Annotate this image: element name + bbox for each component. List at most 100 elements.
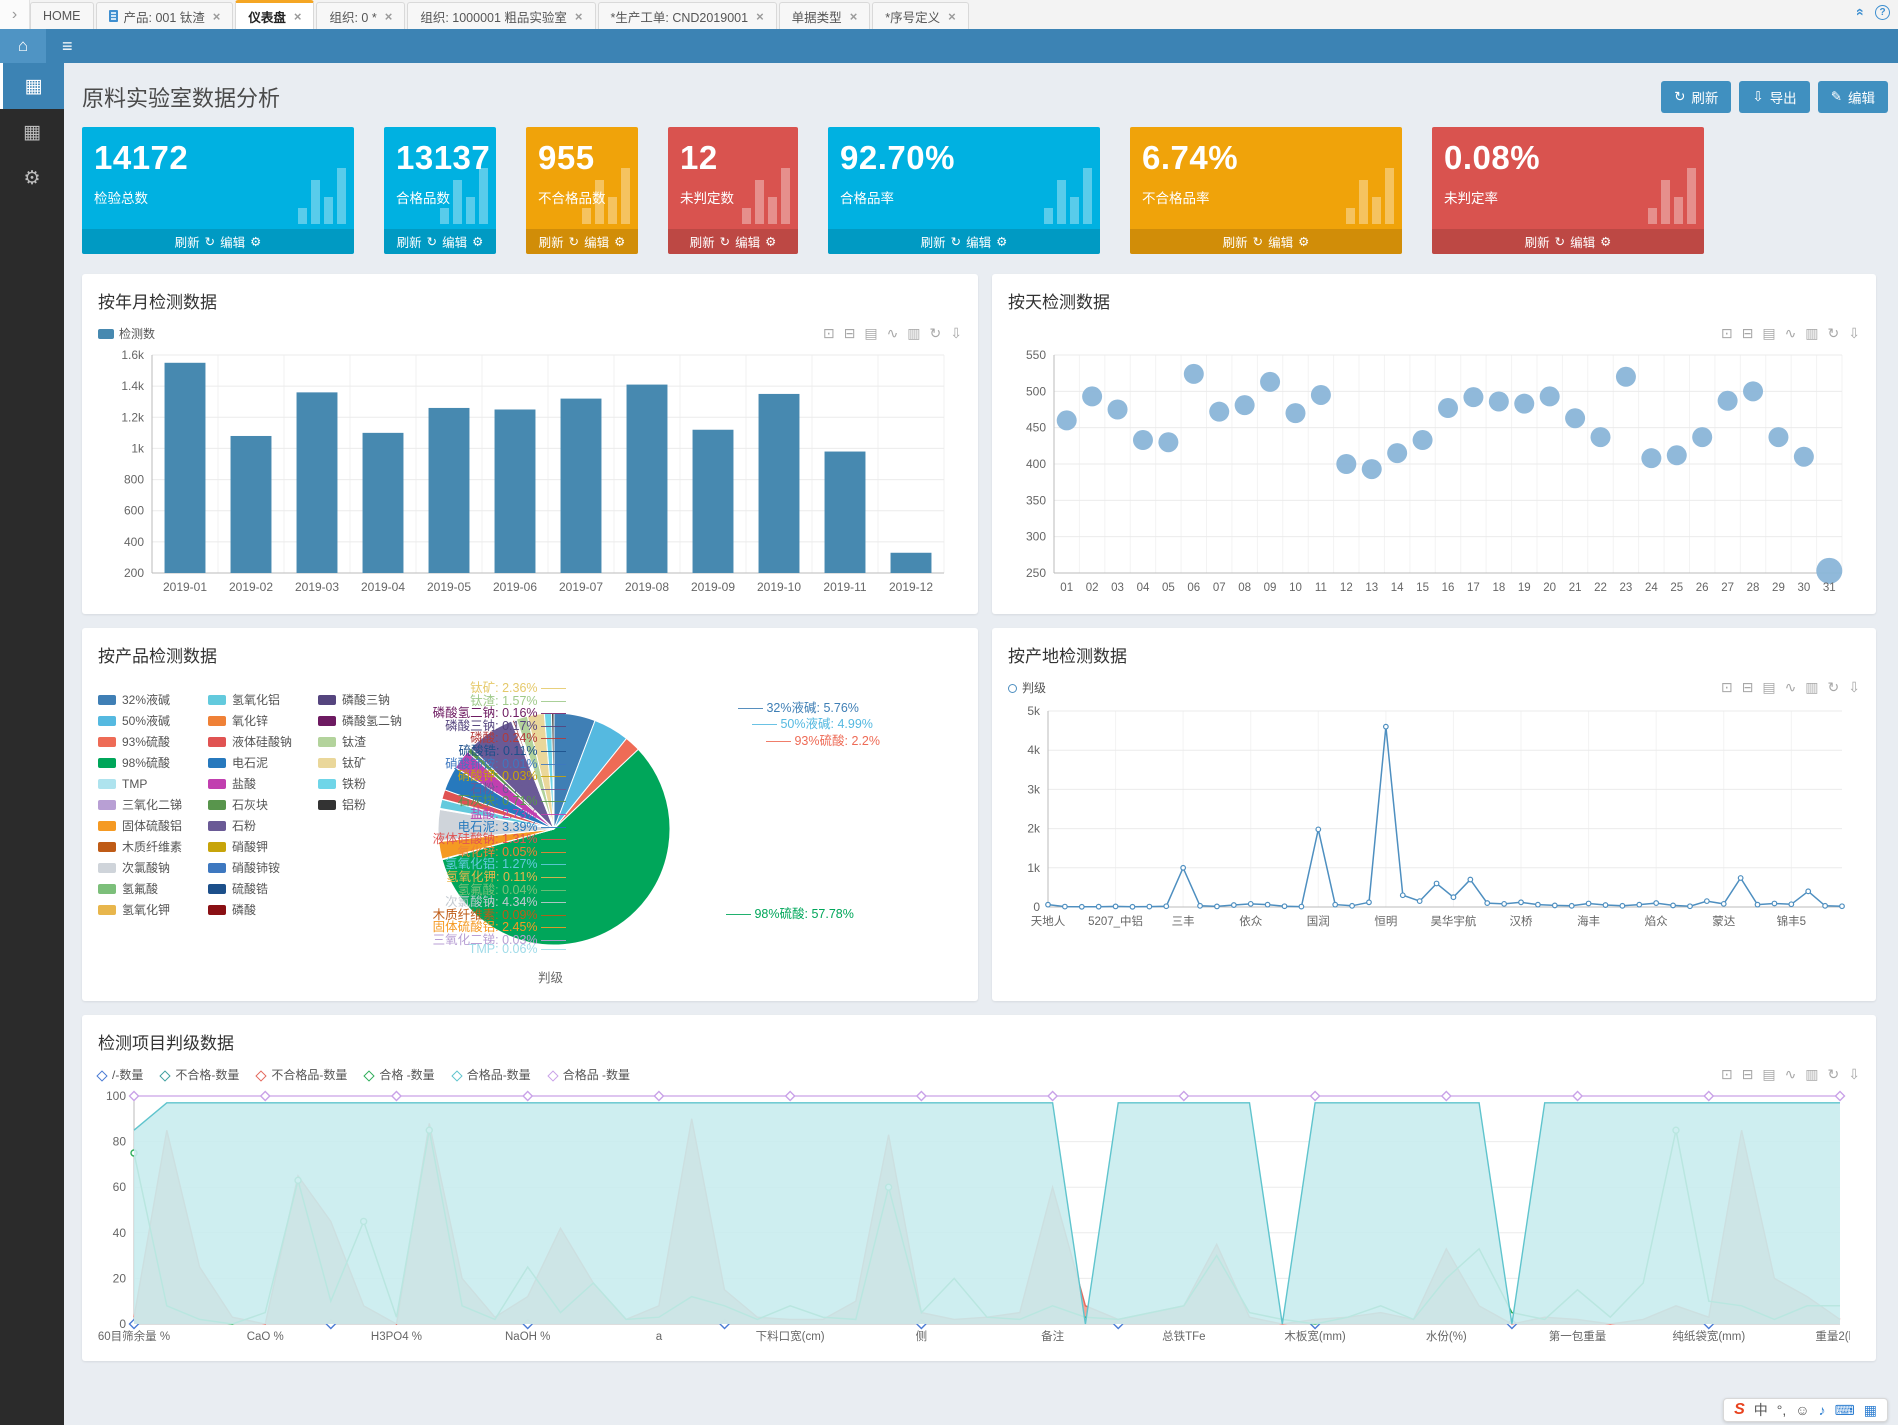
refresh-label[interactable]: 刷新 bbox=[921, 232, 946, 251]
tab-7[interactable]: *序号定义× bbox=[872, 2, 968, 29]
zoom-reset-icon[interactable]: ⊟ bbox=[1742, 679, 1754, 696]
tab-5[interactable]: *生产工单: CND2019001× bbox=[598, 2, 777, 29]
restore-icon[interactable]: ↻ bbox=[1828, 679, 1840, 696]
lang-chinese[interactable]: 中 bbox=[1754, 1400, 1768, 1420]
restore-icon[interactable]: ↻ bbox=[1828, 1066, 1840, 1083]
line-switch-icon[interactable]: ∿ bbox=[1785, 1066, 1797, 1083]
kpi-card-footer[interactable]: 刷新↻编辑⚙ bbox=[668, 229, 798, 254]
wrench-icon[interactable]: ⚙ bbox=[996, 234, 1007, 249]
legend-item[interactable]: 铁粉 bbox=[318, 773, 402, 794]
legend-item[interactable]: 磷酸三钠 bbox=[318, 689, 402, 710]
legend-item[interactable]: 93%硫酸 bbox=[98, 731, 182, 752]
tab-0[interactable]: HOME bbox=[30, 2, 94, 29]
zoom-reset-icon[interactable]: ⊟ bbox=[844, 325, 856, 342]
refresh-icon[interactable]: ↻ bbox=[720, 234, 730, 249]
kpi-card-footer[interactable]: 刷新↻编辑⚙ bbox=[82, 229, 354, 254]
refresh-label[interactable]: 刷新 bbox=[397, 232, 422, 251]
tab-4[interactable]: 组织: 1000001 粗品实验室× bbox=[407, 2, 595, 29]
zoom-reset-icon[interactable]: ⊟ bbox=[1742, 325, 1754, 342]
data-view-icon[interactable]: ▤ bbox=[864, 325, 877, 342]
legend-item[interactable]: 检测数 bbox=[98, 325, 155, 342]
monthly-legend[interactable]: 检测数 bbox=[98, 325, 155, 342]
sidebar-item[interactable]: ⚙ bbox=[0, 155, 64, 201]
hamburger-menu-icon[interactable]: ≡ bbox=[62, 36, 73, 57]
legend-item[interactable]: 次氯酸钠 bbox=[98, 857, 182, 878]
area-zoom-icon[interactable]: ⊡ bbox=[823, 325, 835, 342]
restore-icon[interactable]: ↻ bbox=[1828, 325, 1840, 342]
tab-close-icon[interactable]: × bbox=[948, 9, 956, 24]
tab-1[interactable]: 产品: 001 钛渣× bbox=[96, 2, 234, 29]
line-switch-icon[interactable]: ∿ bbox=[1785, 679, 1797, 696]
tab-active[interactable]: 仪表盘× bbox=[235, 0, 314, 29]
legend-item[interactable]: 32%液碱 bbox=[98, 689, 182, 710]
legend-item[interactable]: 不合格品-数量 bbox=[257, 1066, 347, 1083]
line-switch-icon[interactable]: ∿ bbox=[887, 325, 899, 342]
edit-label[interactable]: 编辑 bbox=[966, 232, 991, 251]
tab-close-icon[interactable]: × bbox=[756, 9, 764, 24]
edit-label[interactable]: 编辑 bbox=[1570, 232, 1595, 251]
kpi-card-footer[interactable]: 刷新↻编辑⚙ bbox=[526, 229, 638, 254]
refresh-label[interactable]: 刷新 bbox=[690, 232, 715, 251]
legend-item[interactable]: /-数量 bbox=[98, 1066, 143, 1083]
legend-item[interactable]: 钛渣 bbox=[318, 731, 402, 752]
wrench-icon[interactable]: ⚙ bbox=[1298, 234, 1309, 249]
judge-legend[interactable]: /-数量不合格-数量不合格品-数量合格 -数量合格品-数量合格品 -数量 bbox=[98, 1066, 630, 1083]
zoom-reset-icon[interactable]: ⊟ bbox=[1742, 1066, 1754, 1083]
edit-button[interactable]: ✎编辑 bbox=[1818, 81, 1888, 113]
tabs-overflow-chevron-icon[interactable]: › bbox=[0, 0, 30, 29]
smiley-icon[interactable]: ☺ bbox=[1795, 1402, 1809, 1418]
data-view-icon[interactable]: ▤ bbox=[1762, 1066, 1775, 1083]
wrench-icon[interactable]: ⚙ bbox=[250, 234, 261, 249]
refresh-icon[interactable]: ↻ bbox=[569, 234, 579, 249]
wrench-icon[interactable]: ⚙ bbox=[1600, 234, 1611, 249]
legend-item[interactable]: 石粉 bbox=[208, 815, 292, 836]
collapse-up-icon[interactable]: « bbox=[1853, 8, 1869, 16]
legend-item[interactable]: 钛矿 bbox=[318, 752, 402, 773]
refresh-label[interactable]: 刷新 bbox=[175, 232, 200, 251]
wrench-icon[interactable]: ⚙ bbox=[472, 234, 483, 249]
edit-label[interactable]: 编辑 bbox=[584, 232, 609, 251]
refresh-icon[interactable]: ↻ bbox=[1555, 234, 1565, 249]
help-icon[interactable]: ? bbox=[1875, 5, 1890, 20]
toolbox-grid-icon[interactable]: ▦ bbox=[1864, 1402, 1877, 1419]
legend-item[interactable]: 磷酸氢二钠 bbox=[318, 710, 402, 731]
tab-close-icon[interactable]: × bbox=[850, 9, 858, 24]
legend-item[interactable]: 硝酸钾 bbox=[208, 836, 292, 857]
tab-6[interactable]: 单据类型× bbox=[779, 2, 871, 29]
legend-item[interactable]: 不合格-数量 bbox=[161, 1066, 239, 1083]
legend-item[interactable]: 电石泥 bbox=[208, 752, 292, 773]
edit-label[interactable]: 编辑 bbox=[442, 232, 467, 251]
refresh-button[interactable]: ↻刷新 bbox=[1661, 81, 1731, 113]
origin-line-chart[interactable]: 天地人5207_中铝三丰依众国润恒明昊华宇航汉桥海丰焰众蒙达锦丰55k4k3k2… bbox=[1008, 701, 1860, 938]
refresh-icon[interactable]: ↻ bbox=[427, 234, 437, 249]
sidebar-item[interactable]: ▦ bbox=[0, 63, 64, 109]
legend-item[interactable]: 合格品-数量 bbox=[453, 1066, 531, 1083]
kpi-card-footer[interactable]: 刷新↻编辑⚙ bbox=[1432, 229, 1704, 254]
legend-item[interactable]: 磷酸 bbox=[208, 899, 292, 920]
area-zoom-icon[interactable]: ⊡ bbox=[1721, 679, 1733, 696]
bar-switch-icon[interactable]: ▥ bbox=[1805, 325, 1818, 342]
tab-3[interactable]: 组织: 0 *× bbox=[316, 2, 405, 29]
legend-item[interactable]: 合格 -数量 bbox=[365, 1066, 434, 1083]
legend-item[interactable]: 盐酸 bbox=[208, 773, 292, 794]
keyboard-icon[interactable]: ⌨ bbox=[1835, 1402, 1855, 1419]
legend-item[interactable]: 木质纤维素 bbox=[98, 836, 182, 857]
legend-item[interactable]: 98%硫酸 bbox=[98, 752, 182, 773]
kpi-card-footer[interactable]: 刷新↻编辑⚙ bbox=[1130, 229, 1402, 254]
area-zoom-icon[interactable]: ⊡ bbox=[1721, 1066, 1733, 1083]
legend-item[interactable]: 液体硅酸钠 bbox=[208, 731, 292, 752]
data-view-icon[interactable]: ▤ bbox=[1762, 325, 1775, 342]
refresh-icon[interactable]: ↻ bbox=[951, 234, 961, 249]
edit-label[interactable]: 编辑 bbox=[220, 232, 245, 251]
origin-legend[interactable]: 判级 bbox=[1008, 679, 1046, 696]
legend-item[interactable]: 50%液碱 bbox=[98, 710, 182, 731]
kpi-card-footer[interactable]: 刷新 ↻ 编辑 ⚙ bbox=[828, 229, 1100, 254]
download-icon[interactable]: ⇩ bbox=[1848, 325, 1860, 342]
sogou-logo[interactable]: S bbox=[1734, 1401, 1745, 1419]
legend-item[interactable]: 氢氧化铝 bbox=[208, 689, 292, 710]
sidebar-item[interactable]: ▦ bbox=[0, 109, 64, 155]
legend-item[interactable]: 氢氧化钾 bbox=[98, 899, 182, 920]
data-view-icon[interactable]: ▤ bbox=[1762, 679, 1775, 696]
tab-close-icon[interactable]: × bbox=[213, 9, 221, 24]
export-button[interactable]: ⇩导出 bbox=[1739, 81, 1809, 113]
